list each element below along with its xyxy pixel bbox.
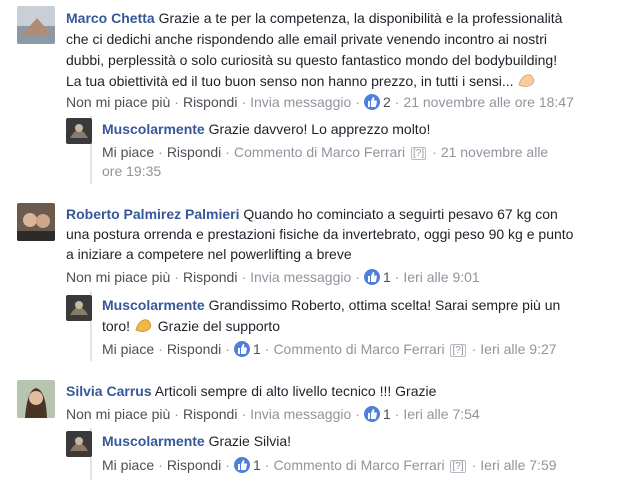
reply-link[interactable]: Rispondi — [167, 144, 221, 160]
reply-timestamp[interactable]: Ieri alle 9:27 — [480, 341, 556, 357]
comment-body: una postura orrenda e prestazioni fisich… — [66, 226, 574, 242]
reply-text-line: Muscolarmente Grazie davvero! Lo apprezz… — [102, 120, 430, 139]
avatar-muscolarmente[interactable] — [66, 431, 92, 457]
reply-body: Grazie Silvia! — [208, 433, 292, 449]
comment-body: Quando ho cominciato a seguirti pesavo 6… — [243, 206, 558, 222]
unlike-link[interactable]: Non mi piace più — [66, 406, 170, 422]
send-message-link[interactable]: Invia messaggio — [250, 94, 351, 110]
reply-timestamp[interactable]: 21 novembre alle — [441, 144, 548, 160]
comment-body: che ci dedichi anche rispondendo alle em… — [66, 31, 547, 47]
like-count[interactable]: 2 — [383, 94, 391, 110]
avatar-muscolarmente[interactable] — [66, 118, 92, 144]
thumbs-up-icon[interactable] — [363, 269, 380, 285]
unlike-link[interactable]: Non mi piace più — [66, 94, 170, 110]
avatar-muscolarmente[interactable] — [66, 295, 92, 321]
comment-author[interactable]: Roberto Palmirez Palmieri — [66, 206, 240, 222]
like-count[interactable]: 1 — [383, 406, 391, 422]
reply-text-line: Muscolarmente Grazie Silvia! — [102, 432, 291, 451]
comment-text-line: Silvia Carrus Articoli sempre di alto li… — [66, 382, 436, 401]
comment-text-line: Marco Chetta Grazie a te per la competen… — [66, 9, 562, 28]
reply-timestamp-cont[interactable]: ore 19:35 — [102, 162, 161, 181]
reply-body: Grazie del supporto — [157, 318, 280, 334]
flexed-biceps-icon — [134, 316, 154, 339]
reply-timestamp[interactable]: Ieri alle 7:59 — [480, 457, 556, 473]
thumbs-up-icon[interactable] — [363, 94, 380, 110]
avatar-marco-chetta[interactable] — [17, 6, 55, 44]
comment-body: dubbi, perplessità o solo curiosità su q… — [66, 52, 558, 68]
reply-author[interactable]: Muscolarmente — [102, 433, 205, 449]
comment-actions: Non mi piace più · Rispondi · Invia messaggi… — [66, 269, 480, 285]
like-count[interactable]: 1 — [253, 457, 261, 473]
like-link[interactable]: Mi piace — [102, 144, 154, 160]
reply-actions: Mi piace · Rispondi · Commento di Marco Ferr… — [102, 144, 549, 160]
help-flag[interactable]: [?] — [450, 344, 466, 357]
comment-timestamp[interactable]: Ieri alle 7:54 — [403, 406, 479, 422]
comment-by-label: Commento di Marco Ferrari — [233, 144, 406, 160]
comment-timestamp[interactable]: Ieri alle 9:01 — [403, 269, 479, 285]
comment-body: a iniziare a competere nel powerlifting … — [66, 246, 352, 262]
comment-text-line: Roberto Palmirez Palmieri Quando ho comi… — [66, 205, 558, 224]
help-flag[interactable]: [?] — [450, 460, 466, 473]
reply-link[interactable]: Rispondi — [167, 457, 221, 473]
send-message-link[interactable]: Invia messaggio — [250, 269, 351, 285]
reply-text-line: toro! Grazie del supporto — [102, 316, 280, 339]
unlike-link[interactable]: Non mi piace più — [66, 269, 170, 285]
send-message-link[interactable]: Invia messaggio — [250, 406, 351, 422]
comment-actions: Non mi piace più · Rispondi · Invia messaggi… — [66, 94, 574, 110]
like-link[interactable]: Mi piace — [102, 457, 154, 473]
like-count[interactable]: 1 — [253, 341, 261, 357]
avatar-silvia-carrus[interactable] — [17, 380, 55, 418]
reply-body: toro! — [102, 318, 131, 334]
reply-body: Grandissimo Roberto, ottima scelta! Sara… — [208, 297, 561, 313]
reply-body: Grazie davvero! Lo apprezzo molto! — [208, 121, 431, 137]
flexed-biceps-icon — [517, 71, 537, 94]
reply-text-line: Muscolarmente Grandissimo Roberto, ottim… — [102, 296, 560, 315]
comment-by-label: Commento di Marco Ferrari — [273, 341, 445, 357]
comment-author[interactable]: Silvia Carrus — [66, 383, 152, 399]
comment-author[interactable]: Marco Chetta — [66, 10, 155, 26]
comment-body: Articoli sempre di alto livello tecnico … — [154, 383, 437, 399]
reply-link[interactable]: Rispondi — [183, 406, 237, 422]
thumbs-up-icon[interactable] — [363, 406, 380, 422]
like-count[interactable]: 1 — [383, 269, 391, 285]
reply-link[interactable]: Rispondi — [183, 94, 237, 110]
reply-link[interactable]: Rispondi — [167, 341, 221, 357]
comment-actions: Non mi piace più · Rispondi · Invia messaggi… — [66, 406, 480, 422]
comment-text-line: La tua obiettività ed il tuo buon senso … — [66, 71, 537, 94]
comment-timestamp[interactable]: 21 novembre alle ore 18:47 — [403, 94, 573, 110]
reply-author[interactable]: Muscolarmente — [102, 297, 205, 313]
help-flag[interactable]: [?] — [411, 147, 427, 160]
thumbs-up-icon[interactable] — [233, 341, 250, 357]
comment-body: Grazie a te per la competenza, la dispon… — [158, 10, 563, 26]
reply-actions: Mi piace · Rispondi · 1 · Commento di Marco Fe… — [102, 341, 557, 357]
comment-by-label: Commento di Marco Ferrari — [273, 457, 445, 473]
comment-body: La tua obiettività ed il tuo buon senso … — [66, 73, 514, 89]
reply-actions: Mi piace · Rispondi · 1 · Commento di Marco Fe… — [102, 457, 557, 473]
reply-author[interactable]: Muscolarmente — [102, 121, 205, 137]
reply-link[interactable]: Rispondi — [183, 269, 237, 285]
like-link[interactable]: Mi piace — [102, 341, 154, 357]
thumbs-up-icon[interactable] — [233, 457, 250, 473]
avatar-roberto-palmieri[interactable] — [17, 203, 55, 241]
